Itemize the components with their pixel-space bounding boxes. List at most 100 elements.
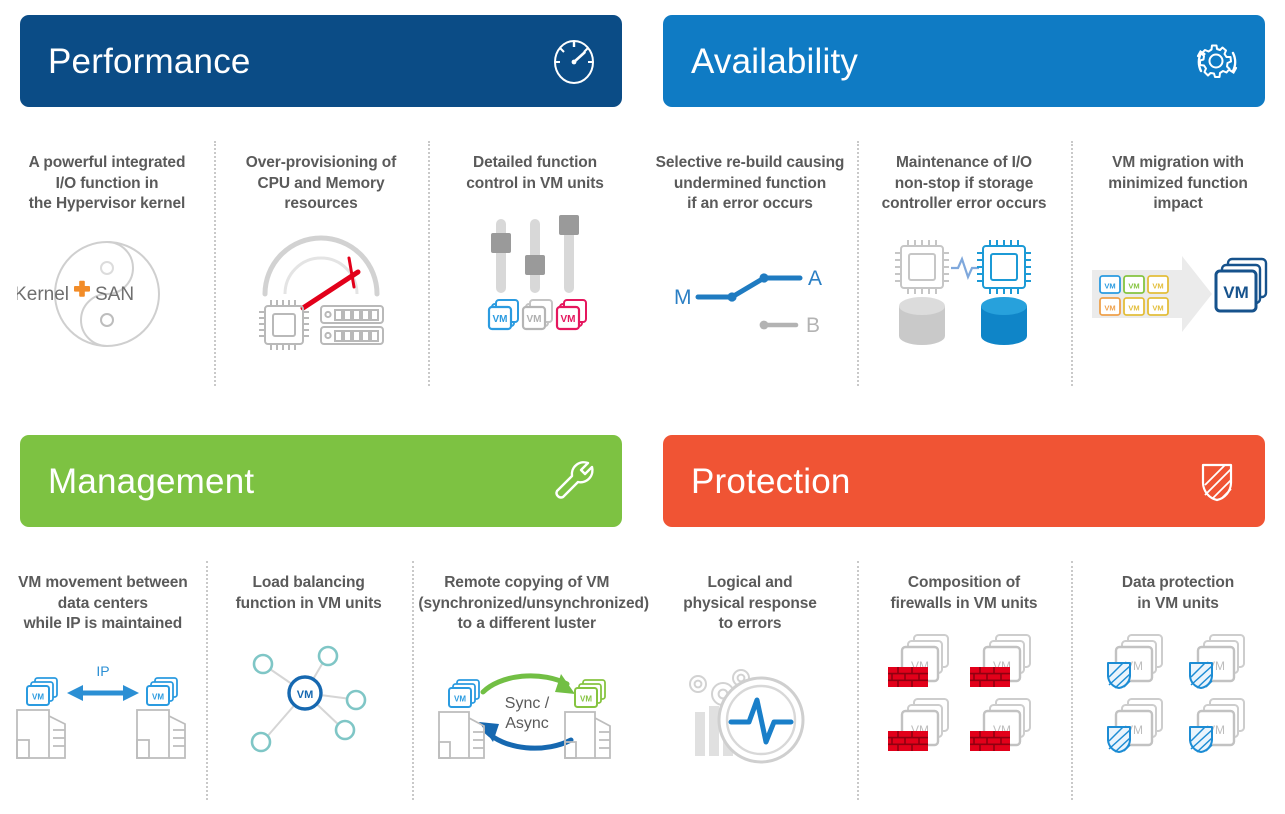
vm-shields-art: VM: [1071, 628, 1285, 758]
arrow-sync-right: [480, 673, 570, 695]
vm-migration-arrow-art: VM VM VM VM VM VM VM: [1071, 229, 1285, 359]
controller-inactive: [895, 239, 949, 345]
label-sync: Sync /: [505, 695, 550, 712]
svg-text:VM: VM: [1152, 281, 1163, 290]
panel-title: Protection: [691, 461, 851, 501]
cells-availability: Selective re-build causing undermined fu…: [643, 125, 1285, 400]
datacenter-left: VM: [15, 676, 66, 759]
datacenter-ip-move-art: IP VM VM: [0, 649, 206, 779]
label-ip: IP: [96, 663, 109, 679]
cell-firewalls: Composition of firewalls in VM units VM: [857, 545, 1071, 814]
svg-text:VM: VM: [561, 314, 576, 325]
cells-performance: A powerful integrated I/O function in th…: [0, 125, 642, 400]
panel-protection: Protection Logical and physical response…: [643, 420, 1285, 814]
dual-controllers-art: [857, 229, 1071, 359]
cell-caption: Detailed function control in VM units: [466, 154, 604, 192]
arrow-async-left: [484, 729, 574, 751]
cell-caption: Selective re-build causing undermined fu…: [655, 154, 845, 213]
cell-caption: Maintenance of I/O non-stop if storage c…: [881, 154, 1047, 213]
svg-text:VM: VM: [32, 692, 44, 701]
label-m: M: [674, 286, 692, 309]
panel-title: Performance: [48, 41, 251, 81]
kernel-san-circle-art: Kernel SAN: [0, 229, 214, 359]
cell-caption: VM migration with minimized function imp…: [1108, 154, 1248, 213]
label-async: Async: [505, 715, 549, 732]
cell-detailed-control: Detailed function control in VM units VM…: [428, 125, 642, 400]
cell-data-protection: Data protection in VM units VM: [1071, 545, 1285, 814]
shield-striped-icon: [1191, 455, 1243, 507]
svg-text:VM: VM: [296, 689, 313, 701]
vm-shield-unit: [1189, 634, 1246, 690]
vm-firewalls-art: VM: [857, 628, 1071, 758]
cell-caption: Remote copying of VM (synchronized/unsyn…: [418, 574, 649, 633]
cell-caption: A powerful integrated I/O function in th…: [28, 154, 186, 213]
panel-title: Availability: [691, 41, 859, 81]
cell-over-provisioning: Over-provisioning of CPU and Memory reso…: [214, 125, 428, 400]
header-management: Management: [20, 435, 622, 527]
header-performance: Performance: [20, 15, 622, 107]
sync-async-copy-art: Sync / Async VM VM: [412, 649, 643, 779]
migration-arrow: [1091, 255, 1212, 332]
panel-availability: Availability Selective re-build causing …: [643, 0, 1285, 400]
svg-text:VM: VM: [527, 314, 542, 325]
switch-m-a-b-art: M A B: [643, 229, 857, 359]
panel-management: Management VM movement between data cent…: [0, 420, 649, 814]
cell-logical-physical-response: Logical and physical response to errors: [643, 545, 857, 814]
load-balance-hub-art: VM: [206, 628, 412, 758]
cell-caption: Logical and physical response to errors: [683, 574, 817, 633]
cell-selective-rebuild: Selective re-build causing undermined fu…: [643, 125, 857, 400]
cell-caption: Over-provisioning of CPU and Memory reso…: [245, 154, 397, 213]
svg-text:VM: VM: [1128, 303, 1139, 312]
svg-text:VM: VM: [493, 314, 508, 325]
vm-badge-blue: VM: [487, 299, 519, 331]
cells-management: VM movement between data centers while I…: [0, 545, 649, 814]
vm-firewall-unit: [969, 634, 1032, 689]
cells-protection: Logical and physical response to errors: [643, 545, 1285, 814]
memory-module-glyph: [320, 304, 384, 345]
site-left: VM: [437, 678, 485, 759]
vm-shield-unit: [1107, 698, 1164, 754]
header-availability: Availability: [663, 15, 1265, 107]
cell-remote-copying: Remote copying of VM (synchronized/unsyn…: [411, 545, 649, 814]
cell-vm-movement: VM movement between data centers while I…: [0, 545, 206, 814]
cell-caption: Composition of firewalls in VM units: [890, 574, 1038, 612]
speedometer-icon: [548, 35, 600, 87]
svg-text:VM: VM: [454, 694, 466, 703]
cell-caption: Data protection in VM units: [1121, 574, 1235, 612]
svg-text:VM: VM: [1104, 281, 1115, 290]
panel-title: Management: [48, 461, 255, 501]
cell-vm-migration: VM migration with minimized function imp…: [1071, 125, 1285, 400]
cell-load-balancing: Load balancing function in VM units VM: [205, 545, 412, 814]
panel-performance: Performance A powerful integrated I/O fu…: [0, 0, 642, 400]
pulse-gears-art: [643, 649, 857, 779]
vm-firewall-unit: [969, 698, 1032, 753]
datacenter-right: VM: [135, 676, 186, 759]
gauge-cpu-memory-art: [214, 229, 428, 359]
svg-text:VM: VM: [152, 692, 164, 701]
controller-active: [977, 239, 1031, 345]
vm-badge-pink: VM: [555, 299, 587, 331]
vm-firewall-unit: [887, 698, 950, 753]
vm-large-target: VM: [1214, 257, 1267, 313]
cell-caption: Load balancing function in VM units: [235, 574, 382, 612]
svg-text:VM: VM: [1128, 281, 1139, 290]
header-protection: Protection: [663, 435, 1265, 527]
label-a: A: [808, 267, 822, 290]
svg-text:VM: VM: [580, 694, 592, 703]
vm-firewall-unit: [887, 634, 950, 689]
vm-shield-unit: [1189, 698, 1246, 754]
wrench-icon: [548, 455, 600, 507]
cpu-chip-glyph: [259, 299, 309, 350]
svg-text:VM: VM: [1152, 303, 1163, 312]
svg-text:VM: VM: [1223, 283, 1249, 302]
kernel-label: Kernel: [17, 284, 69, 305]
san-label: SAN: [95, 284, 134, 305]
cell-hypervisor-kernel: A powerful integrated I/O function in th…: [0, 125, 214, 400]
vm-shield-unit: [1107, 634, 1164, 690]
sliders-vm-art: VM VM VM: [428, 208, 642, 338]
gear-refresh-icon: [1191, 35, 1243, 87]
infographic-page: Performance A powerful integrated I/O fu…: [0, 0, 1285, 814]
slider-tracks: [491, 215, 579, 294]
vm-badge-gray: VM: [521, 299, 553, 331]
svg-text:VM: VM: [1104, 303, 1115, 312]
